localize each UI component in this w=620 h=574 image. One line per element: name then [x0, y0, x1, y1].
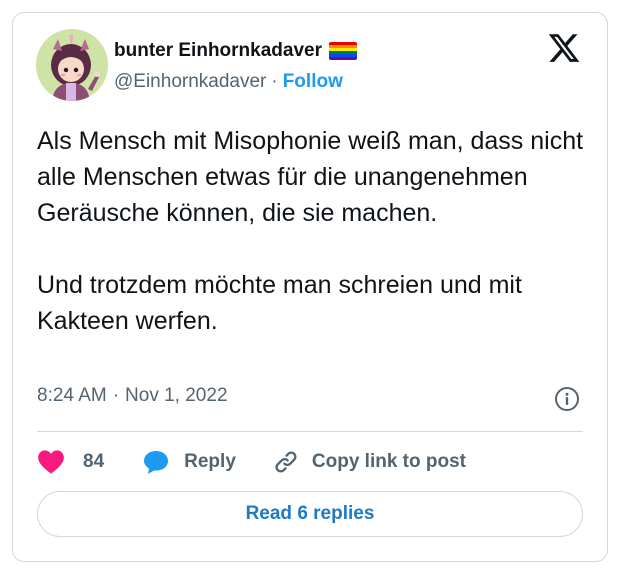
- follow-button[interactable]: Follow: [283, 71, 343, 93]
- like-count: 84: [83, 451, 105, 472]
- timestamp-separator: ·: [112, 385, 120, 406]
- divider: [37, 431, 583, 432]
- reply-bubble-icon: [142, 449, 170, 475]
- author-handle-row: @Einhornkadaver · Follow: [114, 71, 343, 93]
- avatar-unicorn-illustration: [36, 29, 108, 101]
- heart-icon: [37, 449, 65, 475]
- info-icon[interactable]: [554, 386, 580, 412]
- reply-button[interactable]: Reply: [142, 449, 236, 475]
- author-name-row: bunter Einhornkadaver: [114, 38, 357, 64]
- copy-link-label: Copy link to post: [311, 451, 466, 472]
- read-replies-button[interactable]: Read 6 replies: [37, 491, 583, 537]
- author-handle[interactable]: @Einhornkadaver: [114, 71, 266, 93]
- tweet-text: Als Mensch mit Misophonie weiß man, dass…: [37, 123, 592, 339]
- link-icon: [272, 448, 300, 476]
- rainbow-flag-icon: [329, 42, 357, 60]
- tweet-paragraph: Als Mensch mit Misophonie weiß man, dass…: [37, 127, 584, 227]
- avatar[interactable]: [36, 29, 108, 101]
- author-display-name[interactable]: bunter Einhornkadaver: [114, 40, 322, 62]
- tweet-date: Nov 1, 2022: [125, 385, 228, 406]
- read-replies-label: Read 6 replies: [245, 503, 375, 524]
- action-bar: 84 Reply Copy link to post: [37, 444, 466, 480]
- tweet-card: bunter Einhornkadaver @Einhornkadaver · …: [12, 12, 608, 562]
- copy-link-button[interactable]: Copy link to post: [272, 448, 466, 476]
- like-button[interactable]: 84: [37, 449, 104, 475]
- reply-label: Reply: [184, 451, 236, 472]
- tweet-paragraph: Und trotzdem möchte man schreien und mit…: [37, 271, 522, 335]
- handle-separator: ·: [271, 71, 278, 92]
- tweet-time: 8:24 AM: [37, 385, 107, 406]
- x-logo-icon[interactable]: [547, 31, 581, 65]
- tweet-timestamp[interactable]: 8:24 AM · Nov 1, 2022: [37, 385, 228, 407]
